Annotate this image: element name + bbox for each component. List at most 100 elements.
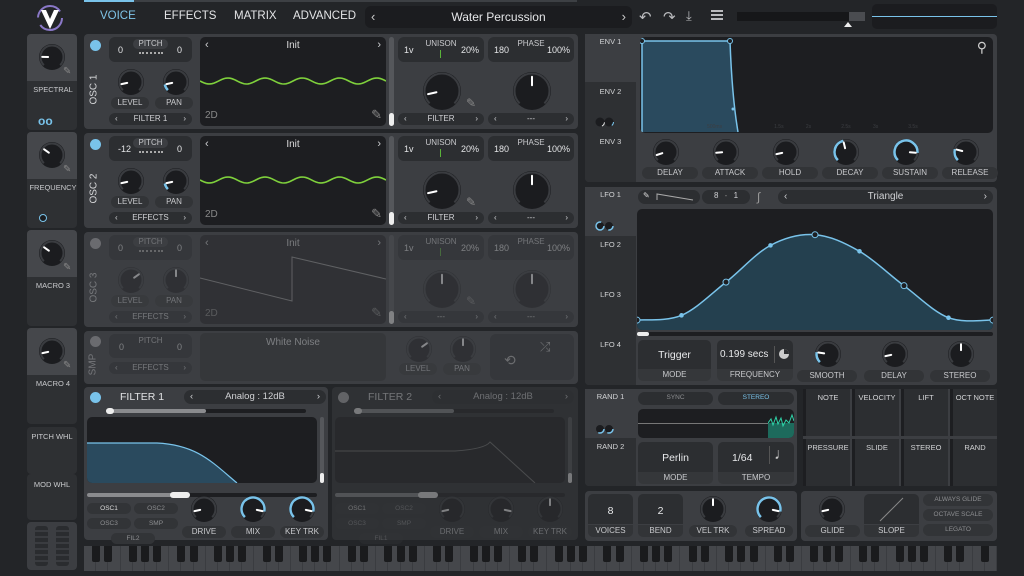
edit-pencil-icon[interactable]: ✎ <box>371 305 382 321</box>
lfo-paint-selector[interactable]: ✎ <box>638 190 700 204</box>
tune-value[interactable]: 0 <box>177 144 182 154</box>
black-key[interactable] <box>189 546 198 562</box>
black-key[interactable] <box>688 546 697 562</box>
black-key[interactable] <box>347 546 356 562</box>
sync-button[interactable]: SYNC <box>638 392 713 405</box>
unison-control[interactable]: 1v UNISON 20% <box>398 235 484 260</box>
menu-icon[interactable] <box>711 10 723 20</box>
env-mod-sources-icon[interactable] <box>595 117 615 127</box>
phase-value[interactable]: 180 <box>494 45 509 55</box>
unison-voices[interactable]: 1v <box>404 243 414 253</box>
tune-value[interactable]: 0 <box>177 45 182 55</box>
black-key[interactable] <box>980 546 989 562</box>
pan-knob[interactable] <box>162 266 190 294</box>
filter-knob-0[interactable] <box>438 495 466 523</box>
sample-options[interactable]: ⟲ ⤮ <box>490 334 574 380</box>
edit-pencil-icon[interactable]: ✎ <box>63 164 71 175</box>
filter-knob-1[interactable] <box>239 495 267 523</box>
undo-icon[interactable]: ↶ <box>639 8 652 26</box>
black-key[interactable] <box>530 546 539 562</box>
black-key[interactable] <box>810 546 819 562</box>
env-knob[interactable] <box>652 138 680 166</box>
black-key[interactable] <box>700 546 709 562</box>
black-key[interactable] <box>226 546 235 562</box>
filter-enable-toggle[interactable] <box>90 392 101 403</box>
tab-env-1[interactable]: ENV 1 <box>585 37 636 46</box>
tab-rand-2[interactable]: RAND 2 <box>585 442 636 451</box>
filter-route-button[interactable]: OSC1 <box>335 503 379 514</box>
tab-lfo-4[interactable]: LFO 4 <box>585 340 636 349</box>
sampler-pan-knob[interactable] <box>449 335 477 363</box>
filter-blend-slider[interactable] <box>106 408 306 414</box>
osc-enable-toggle[interactable] <box>90 139 101 150</box>
macro-knob[interactable] <box>38 239 66 267</box>
filter-route-button[interactable]: FIL2 <box>111 533 155 544</box>
macro-label[interactable]: SPECTRAL <box>27 85 79 94</box>
slope-display[interactable] <box>864 494 919 524</box>
phase-knob[interactable] <box>512 269 552 309</box>
wave-frame-slider[interactable] <box>389 136 394 225</box>
phase-knob[interactable] <box>512 71 552 111</box>
black-key[interactable] <box>384 546 393 562</box>
vel-trk-knob[interactable] <box>699 495 727 523</box>
mod-source[interactable]: VELOCITY <box>852 389 899 436</box>
smooth-curve-icon[interactable]: ∫ <box>757 190 760 204</box>
filter-route-button[interactable]: OSC2 <box>382 503 426 514</box>
unison-detune[interactable]: 20% <box>461 45 479 55</box>
unison-detune[interactable]: 20% <box>461 144 479 154</box>
black-key[interactable] <box>128 546 137 562</box>
keyboard[interactable] <box>84 546 997 571</box>
black-key[interactable] <box>104 546 113 562</box>
black-key[interactable] <box>737 546 746 562</box>
phase-random[interactable]: 100% <box>547 144 570 154</box>
tab-env-3[interactable]: ENV 3 <box>585 137 636 146</box>
black-key[interactable] <box>773 546 782 562</box>
osc-destination-selector[interactable]: ‹ FILTER 1 › <box>109 113 192 125</box>
lfo-mode-selector[interactable]: Trigger <box>638 340 711 369</box>
black-key[interactable] <box>299 546 308 562</box>
unison-detune[interactable]: 20% <box>461 243 479 253</box>
filter-route-button[interactable]: SMP <box>382 518 426 529</box>
filter-response-display[interactable] <box>335 417 565 483</box>
black-key[interactable] <box>469 546 478 562</box>
filter-model-selector[interactable]: ‹ Analog : 12dB › <box>184 390 326 404</box>
phase-control[interactable]: 180 PHASE 100% <box>488 235 574 260</box>
pitch-control[interactable]: -12 PITCH 0 <box>109 136 192 161</box>
edit-pencil-icon[interactable]: ✎ <box>63 262 71 273</box>
glide-knob[interactable] <box>818 495 846 523</box>
zoom-icon[interactable]: ⚲ <box>977 39 987 56</box>
black-key[interactable] <box>749 546 758 562</box>
distortion-selector[interactable]: ‹ --- › <box>488 212 574 224</box>
macro-label[interactable]: MACRO 4 <box>27 379 79 388</box>
lfo-grid-size[interactable]: 8 - 1 <box>702 190 750 204</box>
macro-label[interactable]: MACRO 3 <box>27 281 79 290</box>
black-key[interactable] <box>323 546 332 562</box>
black-key[interactable] <box>834 546 843 562</box>
spectral-morph-selector[interactable]: ‹ FILTER › <box>398 113 484 125</box>
random-mode-selector[interactable]: Perlin <box>638 442 713 472</box>
black-key[interactable] <box>786 546 795 562</box>
black-key[interactable] <box>140 546 149 562</box>
black-key[interactable] <box>652 546 661 562</box>
sampler-destination[interactable]: ‹ EFFECTS › <box>109 362 192 374</box>
osc-destination-selector[interactable]: ‹ EFFECTS › <box>109 212 192 224</box>
view-mode-toggle[interactable]: 2D <box>205 209 218 220</box>
wave-frame-slider[interactable] <box>389 235 394 324</box>
wavetable-display[interactable]: ‹ Init › 2D ✎ <box>200 136 386 225</box>
tab-env-2[interactable]: ENV 2 <box>585 87 636 96</box>
tab-rand-1[interactable]: RAND 1 <box>585 392 636 401</box>
black-key[interactable] <box>725 546 734 562</box>
unison-knob[interactable] <box>422 269 462 309</box>
pan-knob[interactable] <box>162 167 190 195</box>
resonance-slider[interactable] <box>568 417 572 483</box>
tune-value[interactable]: 0 <box>177 243 182 253</box>
black-key[interactable] <box>664 546 673 562</box>
wavetable-display[interactable]: ‹ Init › 2D ✎ <box>200 37 386 126</box>
tab-matrix[interactable]: MATRIX <box>234 10 277 22</box>
lfo-knob[interactable] <box>947 340 975 368</box>
rand-mod-sources-icon[interactable] <box>595 424 615 434</box>
filter-route-button[interactable]: OSC3 <box>335 518 379 529</box>
lfo-phase-scrollbar[interactable] <box>637 332 993 336</box>
black-key[interactable] <box>554 546 563 562</box>
edit-pencil-icon[interactable]: ✎ <box>466 294 476 308</box>
